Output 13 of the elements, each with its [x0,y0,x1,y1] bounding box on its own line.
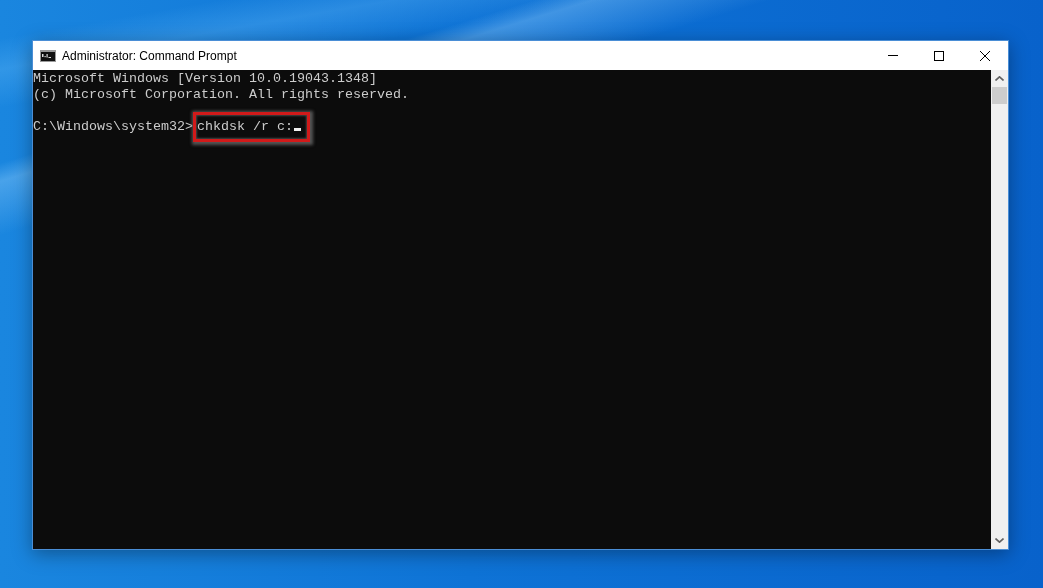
minimize-icon [888,55,898,56]
console-icon [40,49,56,62]
console-output-line: Microsoft Windows [Version 10.0.19043.1348] [33,71,378,87]
command-text: chkdsk /r c: [196,119,293,134]
maximize-icon [934,50,944,61]
window-title: Administrator: Command Prompt [62,48,237,63]
scroll-thumb[interactable] [992,87,1007,104]
close-icon [980,50,990,61]
vertical-scrollbar[interactable] [991,70,1008,549]
scroll-down-icon[interactable] [995,538,1004,543]
console-output-line: (c) Microsoft Corporation. All rights reserved. [33,87,410,103]
prompt-path: C:\Windows\system32> [33,119,193,134]
scroll-up-icon[interactable] [995,76,1004,81]
